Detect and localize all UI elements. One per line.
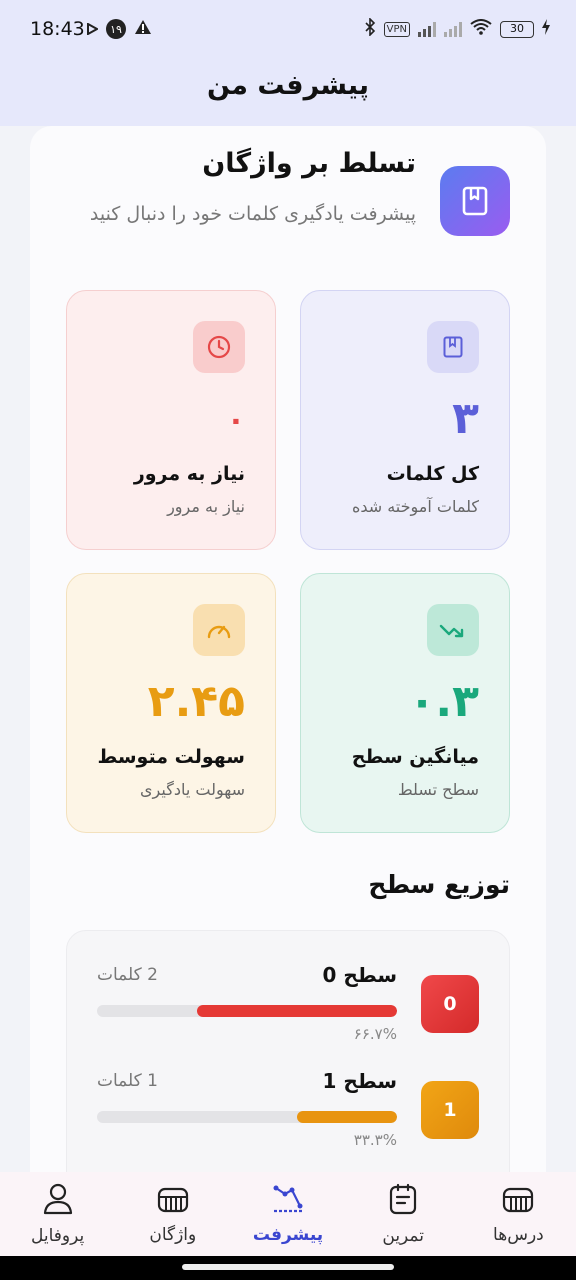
stat-value: ۲.۴۵	[147, 676, 245, 727]
vocab-mastery-card: تسلط بر واژگان پیشرفت یادگیری کلمات خود …	[30, 126, 546, 1172]
book-icon	[440, 166, 510, 236]
stat-card-average-ease[interactable]: ۲.۴۵ سهولت متوسط سهولت یادگیری	[66, 573, 276, 833]
stat-label: کل کلمات	[386, 463, 479, 485]
level-progress-fill	[196, 1005, 397, 1017]
level-count: 1 کلمات	[97, 1071, 158, 1091]
nav-item-progress[interactable]: پیشرفت	[230, 1172, 345, 1256]
level-name: سطح 1	[322, 1069, 397, 1093]
signal-icon-2	[444, 21, 462, 37]
progress-icon	[272, 1184, 304, 1219]
status-bar: 18:43 ۱۹ VPN 30	[0, 0, 576, 60]
stat-sublabel: سطح تسلط	[397, 780, 479, 799]
stat-card-average-level[interactable]: ۰.۳ میانگین سطح سطح تسلط	[300, 573, 510, 833]
stat-value: ۳	[452, 393, 479, 444]
nav-label: پیشرفت	[252, 1224, 324, 1245]
warning-icon	[134, 19, 152, 39]
trend-icon	[427, 604, 479, 656]
level-percent: ۳۳.۳%	[353, 1131, 397, 1149]
vocab-icon	[157, 1184, 189, 1219]
nav-label: پروفایل	[30, 1225, 85, 1246]
stat-sublabel: نیاز به مرور	[167, 497, 245, 516]
stat-sublabel: کلمات آموخته شده	[351, 497, 479, 516]
main-content[interactable]: تسلط بر واژگان پیشرفت یادگیری کلمات خود …	[0, 126, 576, 1172]
nav-item-practice[interactable]: تمرین	[346, 1172, 461, 1256]
level-badge: 0	[421, 975, 479, 1033]
stat-card-total-words[interactable]: ۳ کل کلمات کلمات آموخته شده	[300, 290, 510, 550]
system-navigation-bar	[0, 1256, 576, 1280]
page-title: پیشرفت من	[206, 70, 370, 101]
bottom-navigation: درس‌ها تمرین پیشرفت واژگان پروفایل	[0, 1172, 576, 1256]
notification-badge: ۱۹	[106, 19, 126, 39]
wifi-icon	[470, 19, 492, 39]
level-progress-fill	[297, 1111, 397, 1123]
gauge-icon	[193, 604, 245, 656]
stat-value: ۰.۳	[408, 676, 479, 727]
battery-indicator: 30	[500, 20, 534, 38]
level-percent: ۶۶.۷%	[353, 1025, 397, 1043]
stat-label: میانگین سطح	[351, 746, 479, 768]
nav-label: واژگان	[149, 1224, 197, 1245]
clock-icon	[193, 321, 245, 373]
level-distribution-card: 0 سطح 0 2 کلمات ۶۶.۷% 1 سطح 1 1 کلمات ۳۳…	[66, 930, 510, 1172]
bluetooth-icon	[364, 17, 376, 40]
section-subtitle: پیشرفت یادگیری کلمات خود را دنبال کنید	[89, 203, 416, 225]
level-name: سطح 0	[322, 963, 397, 987]
status-time: 18:43	[30, 18, 85, 40]
section-title: تسلط بر واژگان	[202, 148, 416, 179]
stat-value: ۰	[226, 403, 245, 438]
distribution-title: توزیع سطح	[368, 870, 510, 899]
level-badge: 1	[421, 1081, 479, 1139]
nav-item-profile[interactable]: پروفایل	[0, 1172, 115, 1256]
level-progress-track	[97, 1111, 397, 1123]
profile-icon	[43, 1183, 73, 1220]
charging-icon	[542, 19, 550, 39]
level-count: 2 کلمات	[97, 965, 158, 985]
book-icon	[427, 321, 479, 373]
home-gesture-handle[interactable]	[182, 1264, 394, 1270]
stat-label: سهولت متوسط	[97, 746, 245, 768]
play-icon	[86, 20, 100, 39]
stat-sublabel: سهولت یادگیری	[140, 780, 245, 799]
practice-icon	[389, 1183, 417, 1220]
nav-item-vocabulary[interactable]: واژگان	[115, 1172, 230, 1256]
stat-label: نیاز به مرور	[133, 463, 245, 485]
nav-label: درس‌ها	[493, 1224, 544, 1245]
nav-label: تمرین	[382, 1225, 424, 1246]
level-progress-track	[97, 1005, 397, 1017]
signal-icon	[418, 21, 436, 37]
lessons-icon	[502, 1184, 534, 1219]
stat-card-need-review[interactable]: ۰ نیاز به مرور نیاز به مرور	[66, 290, 276, 550]
app-bar: پیشرفت من	[0, 60, 576, 126]
vpn-indicator: VPN	[383, 21, 410, 37]
nav-item-lessons[interactable]: درس‌ها	[461, 1172, 576, 1256]
